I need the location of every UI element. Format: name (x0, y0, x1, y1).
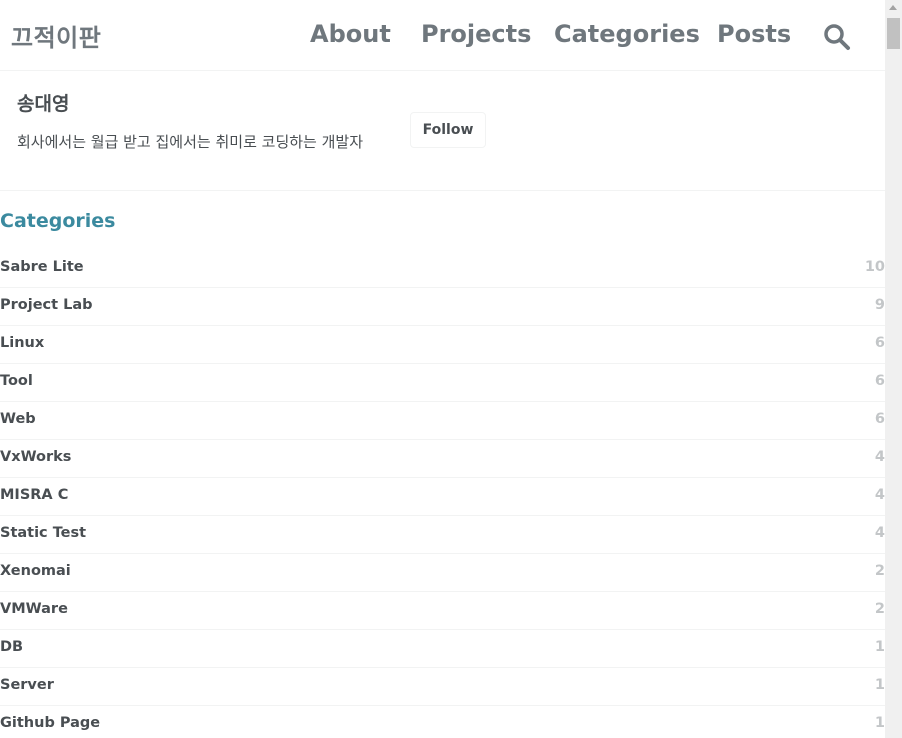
category-name-link[interactable]: Tool (0, 373, 33, 389)
category-count: 4 (874, 449, 885, 465)
category-name-link[interactable]: Server (0, 677, 54, 693)
category-item[interactable]: DB 1 (0, 630, 885, 668)
category-count: 10 (864, 259, 885, 275)
category-item[interactable]: Static Test 4 (0, 516, 885, 554)
category-name-link[interactable]: DB (0, 639, 23, 655)
category-item[interactable]: Xenomai 2 (0, 554, 885, 592)
category-item[interactable]: Project Lab 9 (0, 288, 885, 326)
author-name: 송대영 (17, 93, 70, 115)
category-item[interactable]: VMWare 2 (0, 592, 885, 630)
category-item[interactable]: Sabre Lite 10 (0, 250, 885, 288)
category-item[interactable]: VxWorks 4 (0, 440, 885, 478)
category-count: 6 (874, 373, 885, 389)
category-count: 1 (874, 677, 885, 693)
nav-projects[interactable]: Projects (421, 20, 531, 48)
category-name-link[interactable]: Xenomai (0, 563, 71, 579)
category-item[interactable]: Linux 6 (0, 326, 885, 364)
nav-categories[interactable]: Categories (554, 20, 700, 48)
category-item[interactable]: Github Page 1 (0, 706, 885, 738)
category-count: 1 (874, 639, 885, 655)
page: 끄적이판 About Projects Categories Posts 송대영… (0, 0, 885, 738)
category-count: 2 (874, 601, 885, 617)
site-title-link[interactable]: 끄적이판 (11, 18, 101, 53)
category-count: 9 (874, 297, 885, 313)
search-icon (824, 24, 850, 50)
category-name-link[interactable]: Project Lab (0, 297, 93, 313)
scroll-thumb[interactable] (887, 18, 900, 49)
category-item[interactable]: MISRA C 4 (0, 478, 885, 516)
category-name-link[interactable]: Sabre Lite (0, 259, 84, 275)
masthead: 끄적이판 About Projects Categories Posts (0, 0, 885, 71)
category-count: 4 (874, 487, 885, 503)
category-item[interactable]: Tool 6 (0, 364, 885, 402)
vertical-scrollbar[interactable] (885, 0, 902, 738)
nav-about[interactable]: About (310, 20, 391, 48)
category-list: Sabre Lite 10 Project Lab 9 Linux 6 Tool 6 Web 6 V… (0, 250, 885, 738)
category-count: 4 (874, 525, 885, 541)
category-name-link[interactable]: Static Test (0, 525, 86, 541)
category-name-link[interactable]: Github Page (0, 715, 100, 731)
nav-posts[interactable]: Posts (717, 20, 791, 48)
categories-title: Categories (0, 210, 116, 232)
search-button[interactable] (822, 22, 852, 52)
scroll-up-arrow-icon[interactable] (889, 5, 897, 10)
category-name-link[interactable]: VxWorks (0, 449, 71, 465)
author-profile: 송대영 회사에서는 월급 받고 집에서는 취미로 코딩하는 개발자 Follow (0, 71, 885, 191)
category-name-link[interactable]: Web (0, 411, 36, 427)
category-item[interactable]: Server 1 (0, 668, 885, 706)
category-count: 2 (874, 563, 885, 579)
category-item[interactable]: Web 6 (0, 402, 885, 440)
category-count: 6 (874, 335, 885, 351)
follow-button[interactable]: Follow (410, 112, 486, 148)
author-bio: 회사에서는 월급 받고 집에서는 취미로 코딩하는 개발자 (17, 133, 364, 151)
category-count: 6 (874, 411, 885, 427)
category-count: 1 (874, 715, 885, 731)
category-name-link[interactable]: Linux (0, 335, 44, 351)
category-name-link[interactable]: VMWare (0, 601, 68, 617)
category-name-link[interactable]: MISRA C (0, 487, 68, 503)
